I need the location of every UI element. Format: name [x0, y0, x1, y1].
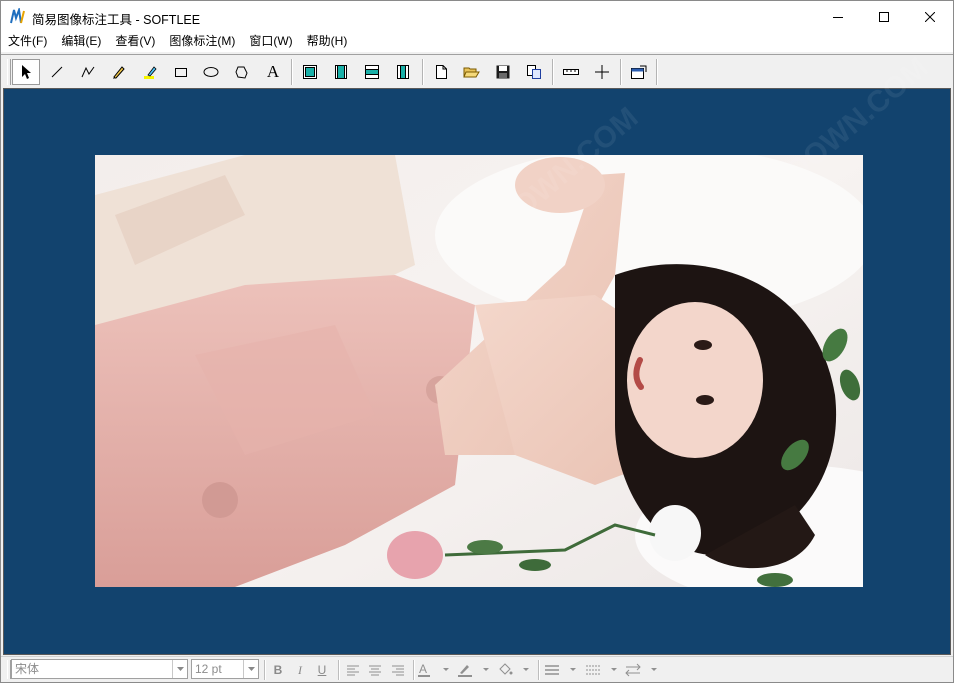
toolbar-separator	[656, 59, 658, 85]
formatbar-separator	[413, 660, 415, 680]
align-left-icon	[347, 665, 359, 675]
polyline-tool-button[interactable]	[74, 59, 102, 85]
text-tool-button[interactable]: A	[259, 59, 287, 85]
menu-file[interactable]: 文件(F)	[1, 32, 54, 52]
open-file-button[interactable]	[458, 59, 486, 85]
align-center-icon	[369, 665, 381, 675]
chevron-down-icon[interactable]	[172, 660, 187, 678]
select-tool-button[interactable]	[12, 59, 40, 85]
line-style-button[interactable]	[584, 660, 622, 680]
maximize-button[interactable]	[861, 1, 907, 32]
toolbar-separator	[291, 59, 293, 85]
ruler-icon	[563, 69, 579, 75]
bold-button[interactable]: B	[269, 660, 287, 680]
line-style-icon	[586, 665, 617, 675]
formatbar-separator	[264, 660, 266, 680]
polyline-tool-icon	[81, 66, 95, 78]
line-width-icon	[545, 665, 576, 675]
toolbar: A	[1, 54, 953, 88]
frame-horizontal-button[interactable]	[358, 59, 386, 85]
app-logo-icon	[10, 8, 25, 24]
save-disk-icon	[496, 65, 510, 79]
fill-bucket-icon	[499, 663, 529, 675]
formatbar-separator	[538, 660, 540, 680]
toolbar-grip[interactable]	[7, 59, 11, 85]
frame-vertical-icon	[335, 65, 347, 79]
ruler-button[interactable]	[557, 59, 585, 85]
frame-side-icon	[397, 65, 409, 79]
text-color-button[interactable]: A	[417, 660, 453, 680]
menu-help[interactable]: 帮助(H)	[300, 32, 355, 52]
close-button[interactable]	[907, 1, 953, 32]
pencil-tool-icon	[113, 66, 125, 79]
highlighter-tool-button[interactable]	[136, 59, 164, 85]
ellipse-tool-button[interactable]	[197, 59, 225, 85]
maximize-icon	[879, 11, 889, 22]
properties-icon	[631, 65, 647, 79]
underline-button[interactable]: U	[313, 660, 331, 680]
align-right-button[interactable]	[389, 660, 407, 680]
crosshair-icon	[595, 65, 609, 79]
frame-side-button[interactable]	[389, 59, 417, 85]
line-tool-icon	[51, 66, 63, 78]
image-canvas[interactable]	[3, 88, 951, 655]
toolbar-separator	[422, 59, 424, 85]
arrow-style-icon	[625, 663, 657, 677]
frame-full-icon	[303, 65, 317, 79]
menu-annotate[interactable]: 图像标注(M)	[162, 32, 242, 52]
chevron-down-icon[interactable]	[243, 660, 258, 678]
annotated-photo[interactable]	[95, 155, 863, 587]
line-tool-button[interactable]	[43, 59, 71, 85]
menu-edit[interactable]: 编辑(E)	[54, 32, 108, 52]
rectangle-tool-button[interactable]	[167, 59, 195, 85]
svg-text:A: A	[419, 662, 427, 676]
app-window: 简易图像标注工具 - SOFTLEE 文件(F) 编辑(E) 查看(V) 图像标…	[0, 0, 954, 683]
align-center-button[interactable]	[366, 660, 384, 680]
font-size-value: 12 pt	[195, 662, 222, 676]
open-folder-icon	[463, 67, 480, 78]
font-family-combo[interactable]: 宋体	[11, 659, 188, 679]
properties-button[interactable]	[625, 59, 653, 85]
highlighter-tool-icon	[144, 66, 157, 79]
polygon-tool-button[interactable]	[228, 59, 256, 85]
new-file-button[interactable]	[427, 59, 455, 85]
format-bar: 宋体 12 pt B I U A	[1, 656, 953, 682]
new-file-icon	[436, 65, 447, 79]
toolbar-separator	[552, 59, 554, 85]
align-right-icon	[392, 665, 404, 675]
crosshair-button[interactable]	[588, 59, 616, 85]
arrow-style-button[interactable]	[624, 660, 662, 680]
photo-illustration	[95, 155, 863, 587]
frame-full-button[interactable]	[296, 59, 324, 85]
minimize-icon	[833, 16, 843, 18]
pencil-tool-button[interactable]	[105, 59, 133, 85]
line-width-button[interactable]	[543, 660, 581, 680]
font-family-value: 宋体	[15, 662, 40, 676]
copy-pages-icon	[527, 65, 541, 79]
frame-vertical-button[interactable]	[327, 59, 355, 85]
menu-view[interactable]: 查看(V)	[108, 32, 162, 52]
rectangle-tool-icon	[175, 68, 187, 77]
line-color-button[interactable]	[457, 660, 493, 680]
title-bar[interactable]: 简易图像标注工具 - SOFTLEE	[1, 1, 953, 32]
line-color-icon	[458, 665, 489, 677]
polygon-tool-icon	[235, 66, 248, 79]
menu-bar: 文件(F) 编辑(E) 查看(V) 图像标注(M) 窗口(W) 帮助(H)	[1, 32, 953, 52]
minimize-button[interactable]	[815, 1, 861, 32]
formatbar-separator	[338, 660, 340, 680]
menu-window[interactable]: 窗口(W)	[242, 32, 299, 52]
window-title: 简易图像标注工具 - SOFTLEE	[32, 13, 201, 27]
copy-button[interactable]	[520, 59, 548, 85]
italic-button[interactable]: I	[291, 660, 309, 680]
frame-horizontal-icon	[365, 65, 379, 79]
font-size-combo[interactable]: 12 pt	[191, 659, 259, 679]
close-icon	[925, 11, 935, 22]
align-left-button[interactable]	[344, 660, 362, 680]
fill-color-button[interactable]	[497, 660, 533, 680]
select-arrow-icon	[22, 65, 31, 79]
toolbar-separator	[620, 59, 622, 85]
ellipse-tool-icon	[203, 67, 219, 77]
text-color-icon: A	[418, 662, 449, 677]
save-button[interactable]	[489, 59, 517, 85]
